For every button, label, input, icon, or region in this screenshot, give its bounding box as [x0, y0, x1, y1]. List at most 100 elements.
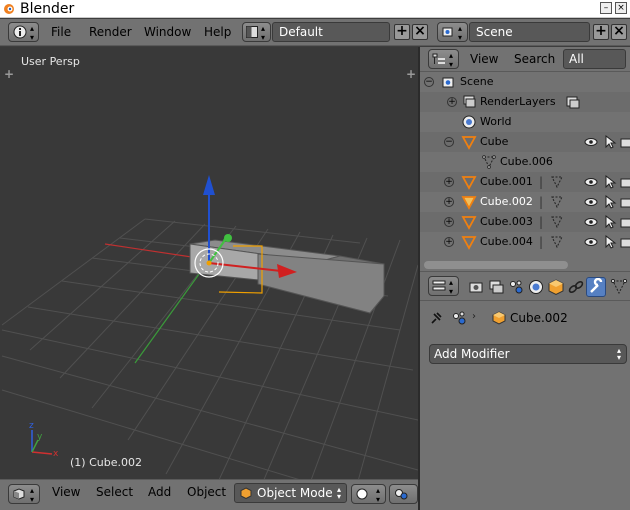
outliner-row-world[interactable]: World — [420, 112, 630, 132]
mode-selector[interactable]: Object Mode ▴ ▾ — [234, 483, 347, 503]
menu-help[interactable]: Help — [204, 19, 231, 46]
render-layers-icon[interactable] — [487, 278, 505, 296]
visibility-eye-icon[interactable] — [584, 235, 598, 249]
outliner-item-label: Cube — [480, 135, 509, 148]
remove-screen-icon[interactable]: × — [412, 24, 428, 40]
add-scene-icon[interactable]: + — [593, 24, 609, 40]
selectable-cursor-icon[interactable] — [603, 235, 617, 249]
gizmo-y-handle[interactable] — [224, 234, 232, 242]
mesh-data-icon[interactable] — [550, 175, 564, 189]
visibility-eye-icon[interactable] — [584, 175, 598, 189]
visibility-eye-icon[interactable] — [584, 215, 598, 229]
expand-icon[interactable]: + — [444, 197, 454, 207]
pin-icon[interactable] — [429, 311, 443, 325]
menu-object[interactable]: Object — [187, 480, 226, 505]
menu-file[interactable]: File — [51, 19, 71, 46]
tool-shelf-toggle-icon[interactable]: + — [4, 67, 14, 81]
editor-type-button[interactable]: ▴ ▾ — [428, 276, 459, 296]
outliner-horizontal-scrollbar[interactable] — [420, 259, 630, 271]
blender-logo-icon — [4, 4, 14, 14]
visibility-eye-icon[interactable] — [584, 195, 598, 209]
viewport-shading-button[interactable]: ▴ ▾ — [351, 484, 386, 504]
solid-shading-icon — [356, 488, 368, 500]
collapse-icon[interactable]: − — [444, 137, 454, 147]
mesh-object-icon — [461, 216, 477, 230]
outliner-row-renderlayers[interactable]: + RenderLayers — [420, 92, 630, 112]
mesh-data-icon[interactable] — [550, 195, 564, 209]
selectable-cursor-icon[interactable] — [603, 195, 617, 209]
render-icon[interactable] — [467, 278, 485, 296]
visibility-eye-icon[interactable] — [584, 135, 598, 149]
outliner-row-cube-006[interactable]: Cube.006 — [420, 152, 630, 172]
viewport-scene[interactable]: z y x — [0, 47, 418, 479]
scene-icon — [442, 27, 453, 37]
add-screen-icon[interactable]: + — [394, 24, 410, 40]
display-mode-field[interactable]: All Scenes — [563, 49, 626, 84]
outliner-row-cube-001[interactable]: + Cube.001 | — [420, 172, 630, 192]
chevron-updown-icon: ▴ ▾ — [449, 51, 454, 69]
remove-scene-icon[interactable]: × — [611, 24, 627, 40]
renderable-camera-icon[interactable] — [620, 175, 630, 189]
menu-view[interactable]: View — [52, 480, 80, 505]
editor-type-button[interactable]: ▴ ▾ — [8, 22, 39, 42]
mini-axis-z-label: z — [29, 421, 34, 431]
scene-field[interactable]: Scene — [469, 22, 590, 42]
menu-add[interactable]: Add — [148, 480, 171, 505]
editor-type-button[interactable]: ▴ ▾ — [428, 49, 459, 69]
add-modifier-label: Add Modifier — [434, 347, 510, 361]
scene-icon — [442, 77, 454, 88]
outliner-row-cube-003[interactable]: + Cube.003 | — [420, 212, 630, 232]
selectable-cursor-icon[interactable] — [603, 135, 617, 149]
screen-layout-field[interactable]: Default — [272, 22, 390, 42]
layout-icon — [246, 26, 258, 38]
selectable-cursor-icon[interactable] — [603, 215, 617, 229]
outliner-row-scene[interactable]: − Scene — [420, 72, 630, 92]
pivot-icon — [395, 489, 408, 500]
pivot-point-button[interactable] — [389, 484, 418, 504]
world-icon[interactable] — [527, 278, 545, 296]
scene-browse-button[interactable]: ▴ ▾ — [437, 22, 468, 42]
outliner-item-label: World — [480, 115, 512, 128]
outliner-icon — [432, 53, 445, 64]
row-divider: | — [539, 175, 544, 189]
editor-type-button[interactable]: ▴ ▾ — [8, 484, 40, 504]
data-icon[interactable] — [610, 278, 628, 296]
renderable-camera-icon[interactable] — [620, 135, 630, 149]
outliner-menu-search[interactable]: Search — [514, 47, 555, 72]
outliner-tree: − Scene + RenderLayers World − Cube Cube… — [420, 72, 630, 259]
render-layer-visible-icon[interactable] — [566, 95, 580, 109]
properties-shelf-toggle-icon[interactable]: + — [406, 67, 416, 81]
3d-viewport[interactable]: z y x User Persp + + (1) Cube.002 — [0, 47, 418, 479]
outliner-row-cube-004[interactable]: + Cube.004 | — [420, 232, 630, 252]
menu-window[interactable]: Window — [144, 19, 191, 46]
mesh-data-icon[interactable] — [550, 235, 564, 249]
outliner-row-cube[interactable]: − Cube — [420, 132, 630, 152]
expand-icon[interactable]: + — [444, 177, 454, 187]
outliner-menu-view[interactable]: View — [470, 47, 498, 72]
renderable-camera-icon[interactable] — [620, 235, 630, 249]
scrollbar-thumb[interactable] — [424, 261, 568, 269]
renderable-camera-icon[interactable] — [620, 215, 630, 229]
expand-icon[interactable]: + — [444, 237, 454, 247]
expand-icon[interactable]: + — [444, 217, 454, 227]
mesh-data-icon[interactable] — [550, 215, 564, 229]
modifiers-tab-active[interactable] — [586, 277, 606, 297]
collapse-icon[interactable]: − — [424, 77, 434, 87]
outliner-row-cube-002[interactable]: + Cube.002 | — [420, 192, 630, 212]
outliner-item-label: RenderLayers — [480, 95, 556, 108]
mesh-object-icon — [461, 136, 477, 150]
expand-icon[interactable]: + — [447, 97, 457, 107]
scene-icon[interactable] — [507, 278, 525, 296]
menu-render[interactable]: Render — [89, 19, 132, 46]
minimize-icon[interactable]: – — [600, 2, 612, 14]
close-icon[interactable]: × — [615, 2, 627, 14]
object-icon[interactable] — [547, 278, 565, 296]
gizmo-z-arrow[interactable] — [203, 175, 215, 195]
constraints-icon[interactable] — [567, 278, 585, 296]
renderable-camera-icon[interactable] — [620, 195, 630, 209]
selected-object-label: (1) Cube.002 — [70, 456, 142, 469]
menu-select[interactable]: Select — [96, 480, 133, 505]
add-modifier-dropdown[interactable]: Add Modifier ▴ ▾ — [429, 344, 627, 364]
screen-layout-browse-button[interactable]: ▴ ▾ — [242, 22, 271, 42]
selectable-cursor-icon[interactable] — [603, 175, 617, 189]
